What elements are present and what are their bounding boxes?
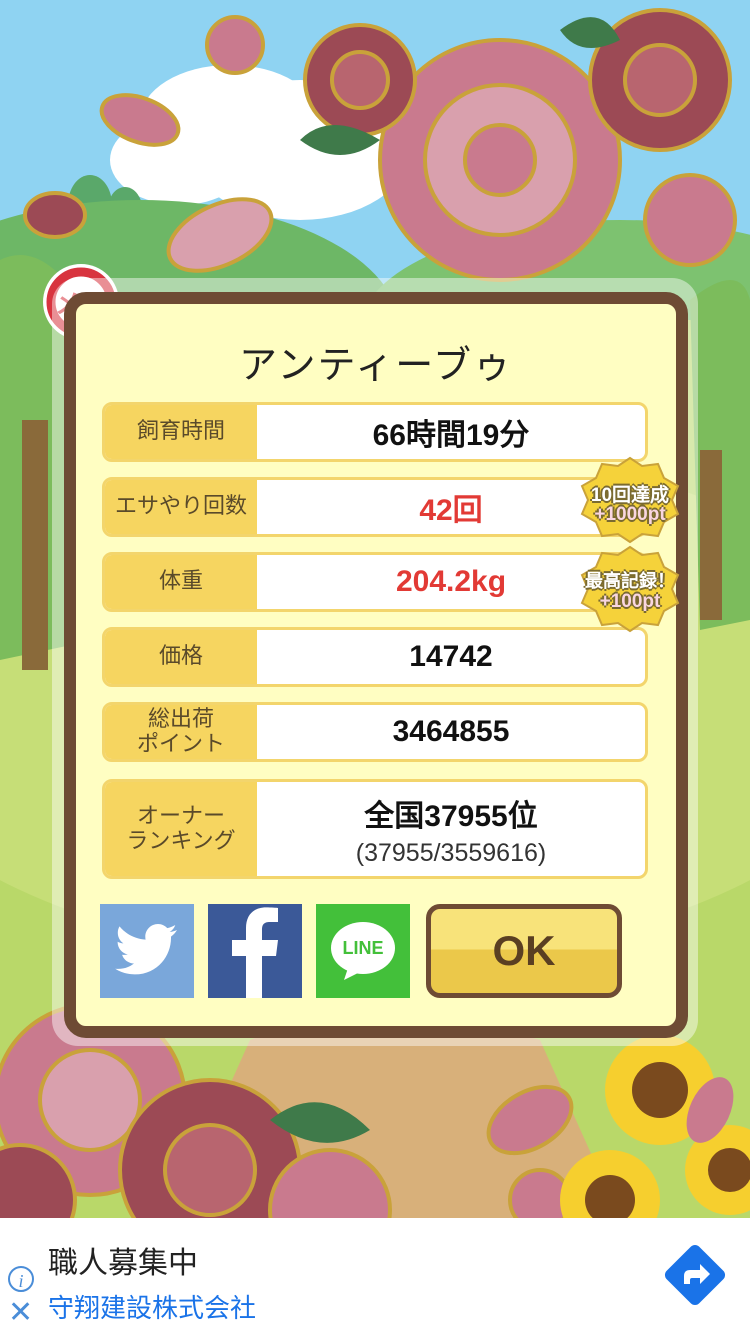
ad-advertiser[interactable]: 守翔建設株式会社 [48, 1288, 256, 1325]
facebook-share-button[interactable] [208, 904, 302, 998]
info-icon[interactable]: i [8, 1266, 34, 1292]
stat-label: 総出荷 ポイント [105, 705, 257, 759]
twitter-bird-icon [115, 924, 177, 975]
stat-label: 飼育時間 [105, 405, 257, 459]
stat-label: 価格 [105, 630, 257, 684]
twitter-share-button[interactable] [100, 904, 194, 998]
bonus-badge-feeding: 10回達成 +1000pt [580, 456, 680, 544]
bonus-title: 10回達成 [590, 485, 670, 506]
facebook-f-icon [232, 907, 278, 998]
stat-label: オーナー ランキング [105, 782, 257, 876]
line-label: LINE [342, 937, 384, 958]
stat-row-time: 飼育時間 66時間19分 [102, 402, 648, 462]
bonus-points: +1000pt [594, 504, 666, 525]
stat-row-price: 価格 14742 [102, 627, 648, 687]
ranking-value: 全国37955位 [364, 799, 538, 833]
ok-button[interactable]: OK [426, 904, 622, 998]
ranking-detail: (37955/3559616) [355, 838, 547, 867]
stat-row-weight: 体重 204.2kg [102, 552, 648, 612]
bonus-badge-weight: 最高記録！ +100pt [580, 545, 680, 633]
stat-row-feeding: エサやり回数 42回 [102, 477, 648, 537]
stat-value: 3464855 [392, 715, 510, 748]
bonus-title: 最高記録！ [585, 571, 675, 591]
pet-name: アンティーブゥ [239, 343, 513, 387]
result-dialog: アンティーブゥ 飼育時間 66時間19分 エサやり回数 42回 体重 204.2… [64, 292, 688, 1038]
arrow-right-icon[interactable] [660, 1240, 730, 1310]
stat-value-group: 全国37955位 (37955/3559616) [257, 782, 645, 876]
stat-label: エサやり回数 [105, 480, 257, 534]
stat-row-ranking: オーナー ランキング 全国37955位 (37955/3559616) [102, 779, 648, 879]
stat-row-points: 総出荷 ポイント 3464855 [102, 702, 648, 762]
bonus-points: +100pt [599, 591, 661, 612]
stat-label: 体重 [105, 555, 257, 609]
line-share-button[interactable]: LINE [316, 904, 410, 998]
ad-title[interactable]: 職人募集中 [48, 1238, 198, 1282]
stat-value: 14742 [409, 640, 493, 673]
close-icon[interactable]: ✕ [8, 1298, 33, 1328]
stat-value: 66時間19分 [372, 419, 530, 452]
ad-banner[interactable]: i ✕ 職人募集中 守翔建設株式会社 [0, 1218, 750, 1334]
